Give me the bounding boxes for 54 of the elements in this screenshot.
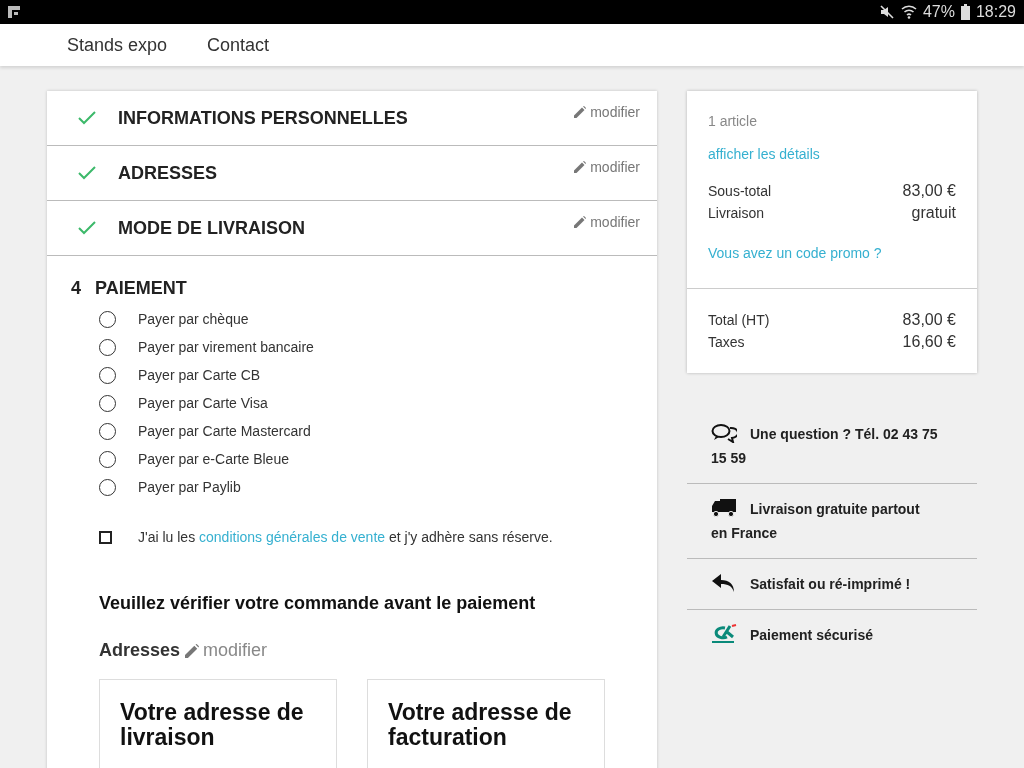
payment-option-label: Payer par Carte Visa — [138, 395, 268, 411]
battery-icon — [960, 4, 970, 20]
nav-link[interactable]: Contact — [207, 34, 270, 56]
nav-link[interactable]: Stands expo — [67, 34, 168, 56]
battery-percent: 47% — [922, 3, 955, 21]
payment-option-label: Payer par Carte CB — [138, 367, 261, 383]
edit-link[interactable]: modifier — [574, 104, 640, 120]
payment-option-label: Payer par Carte Mastercard — [138, 423, 311, 439]
reassurance-text: Une question ? Tél. 02 43 75 15 59 — [711, 422, 977, 470]
address-card-title: Votre adresse de facturation — [388, 700, 573, 750]
payment-option-label: Payer par chèque — [138, 311, 249, 327]
app-icon — [8, 6, 20, 18]
step-title: ADRESSES — [118, 162, 218, 184]
terms-link[interactable]: conditions générales de vente — [199, 529, 386, 545]
edit-link[interactable]: modifier — [574, 159, 640, 175]
step-title: INFORMATIONS PERSONNELLES — [118, 107, 408, 129]
mute-icon — [878, 4, 895, 20]
edit-link[interactable]: modifier — [185, 640, 268, 661]
summary-label: Livraison — [708, 204, 765, 223]
section-heading: Adresses — [99, 640, 181, 661]
chat-bubbles-icon — [711, 423, 737, 443]
step-title: MODE DE LIVRAISON — [118, 217, 305, 239]
summary-label: Sous-total — [708, 182, 772, 201]
clock: 18:29 — [975, 3, 1016, 21]
checkbox[interactable] — [99, 530, 112, 544]
reply-arrow-icon — [711, 573, 737, 593]
details-link[interactable]: afficher les détails — [708, 146, 956, 162]
pencil-icon — [574, 216, 587, 228]
reassurance-text: Satisfait ou ré-imprimé ! — [711, 572, 977, 596]
item-count: 1 article — [708, 113, 759, 129]
truck-icon — [711, 498, 737, 518]
payment-option-label: Payer par Paylib — [138, 479, 241, 495]
summary-value: 83,00 € — [902, 310, 956, 330]
pencil-icon — [574, 161, 587, 173]
pencil-icon — [574, 106, 587, 118]
reassurance-text: Paiement sécurisé — [711, 623, 977, 647]
edit-link[interactable]: modifier — [574, 214, 640, 230]
wifi-icon — [900, 4, 917, 20]
promo-link[interactable]: Vous avez un code promo ? — [708, 245, 956, 261]
summary-label: Total (HT) — [708, 311, 770, 330]
pencil-icon — [185, 643, 200, 658]
step-title: PAIEMENT — [95, 278, 187, 299]
summary-value: 83,00 € — [902, 181, 956, 201]
step-number: 4 — [71, 278, 81, 299]
reassurance-text: Livraison gratuite partout en France — [711, 497, 977, 545]
payment-option-label: Payer par e-Carte Bleue — [138, 451, 289, 467]
address-card-title: Votre adresse de livraison — [120, 700, 305, 750]
summary-value: 16,60 € — [902, 332, 956, 352]
review-heading: Veuillez vérifier votre commande avant le paiement — [99, 593, 537, 614]
summary-value: gratuit — [911, 203, 956, 223]
payment-option-label: Payer par virement bancaire — [138, 339, 314, 355]
bank-logo-icon — [711, 624, 737, 644]
terms-sentence: J'ai lu les conditions générales de vente et j'y adhère sans réserve. — [138, 529, 553, 545]
summary-label: Taxes — [708, 333, 745, 352]
